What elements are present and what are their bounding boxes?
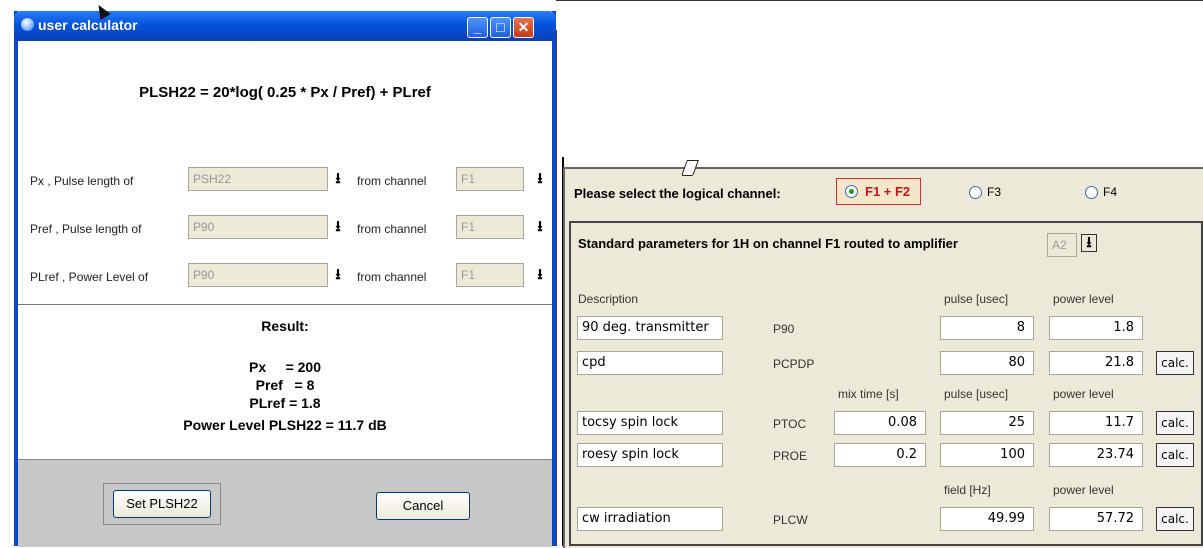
pulse-header: pulse [usec]	[944, 292, 1009, 306]
app-icon	[21, 18, 34, 31]
mix-time-field[interactable]: 0.2	[834, 443, 926, 467]
from-channel-label: from channel	[357, 174, 427, 188]
minimize-button[interactable]: _	[467, 17, 488, 38]
mix-time-field[interactable]: 0.08	[834, 411, 926, 435]
radio-f3[interactable]	[969, 186, 982, 199]
power-field[interactable]: 21.8	[1049, 351, 1143, 375]
desc-field[interactable]: 90 deg. transmitter	[577, 316, 723, 340]
power-field[interactable]: 1.8	[1049, 316, 1143, 340]
result-px: Px = 200	[249, 359, 321, 375]
calc-button[interactable]: calc.	[1156, 443, 1194, 467]
download-arrow-icon[interactable]	[331, 170, 345, 188]
power-field[interactable]: 57.72	[1049, 507, 1143, 531]
amplifier-field[interactable]: A2	[1047, 233, 1077, 257]
px-pulse-field[interactable]: PSH22	[188, 167, 328, 191]
desc-field[interactable]: cpd	[577, 351, 723, 375]
pulse-field[interactable]: 100	[940, 443, 1034, 467]
button-bar	[18, 459, 552, 547]
power-level-header: power level	[1053, 483, 1114, 497]
px-channel-field[interactable]: F1	[456, 167, 524, 191]
calc-button[interactable]: calc.	[1156, 351, 1194, 375]
plref-label: PLref , Power Level of	[30, 270, 149, 284]
field-hz-field[interactable]: 49.99	[940, 507, 1034, 531]
pref-pulse-field[interactable]: P90	[188, 215, 328, 239]
dialog-title: user calculator	[38, 17, 138, 33]
window-edge-line	[556, 30, 557, 546]
radio-f1f2[interactable]	[845, 185, 858, 198]
top-border-line	[556, 0, 1203, 1]
radio-f4-label[interactable]: F4	[1103, 185, 1117, 199]
calc-button[interactable]: calc.	[1156, 507, 1194, 531]
result-title: Result:	[261, 318, 309, 334]
pref-label: Pref , Pulse length of	[30, 222, 142, 236]
download-arrow-icon[interactable]	[1081, 234, 1097, 252]
download-arrow-icon[interactable]	[331, 218, 345, 236]
px-label: Px , Pulse length of	[30, 174, 134, 188]
power-field[interactable]: 11.7	[1049, 411, 1143, 435]
param-name: P90	[773, 322, 795, 336]
power-field[interactable]: 23.74	[1049, 443, 1143, 467]
radio-f1f2-label[interactable]: F1 + F2	[865, 184, 910, 199]
result-power-level: Power Level PLSH22 = 11.7 dB	[183, 417, 387, 433]
standard-parameters-title: Standard parameters for 1H on channel F1…	[578, 236, 958, 251]
mix-time-header: mix time [s]	[838, 387, 899, 401]
cancel-button[interactable]: Cancel	[376, 492, 470, 520]
download-arrow-icon[interactable]	[533, 218, 547, 236]
param-name: PROE	[773, 449, 808, 463]
param-name: PLCW	[773, 513, 808, 527]
param-name: PTOC	[773, 417, 807, 431]
field-header: field [Hz]	[944, 483, 991, 497]
pulse-field[interactable]: 80	[940, 351, 1034, 375]
result-plref: PLref = 1.8	[249, 395, 321, 411]
plref-power-field[interactable]: P90	[188, 263, 328, 287]
desc-field[interactable]: roesy spin lock	[577, 443, 723, 467]
download-arrow-icon[interactable]	[533, 266, 547, 284]
desc-field[interactable]: tocsy spin lock	[577, 411, 723, 435]
standard-parameters-box	[569, 221, 1203, 546]
power-level-header: power level	[1053, 292, 1114, 306]
plref-channel-field[interactable]: F1	[456, 263, 524, 287]
pref-channel-field[interactable]: F1	[456, 215, 524, 239]
from-channel-label: from channel	[357, 222, 427, 236]
desc-field[interactable]: cw irradiation	[577, 507, 723, 531]
pulse-field[interactable]: 8	[940, 316, 1034, 340]
channel-select-label: Please select the logical channel:	[574, 186, 781, 201]
calc-button[interactable]: calc.	[1156, 411, 1194, 435]
set-plsh22-button[interactable]: Set PLSH22	[113, 490, 211, 518]
close-button[interactable]: ✕	[513, 17, 534, 38]
param-name: PCPDP	[773, 357, 815, 371]
pulse-header: pulse [usec]	[944, 387, 1009, 401]
formula-text: PLSH22 = 20*log( 0.25 * Px / Pref) + PLr…	[139, 84, 431, 101]
result-pref: Pref = 8	[255, 377, 315, 393]
download-arrow-icon[interactable]	[533, 170, 547, 188]
radio-f4[interactable]	[1085, 186, 1098, 199]
download-arrow-icon[interactable]	[331, 266, 345, 284]
power-level-header: power level	[1053, 387, 1114, 401]
radio-f3-label[interactable]: F3	[987, 185, 1001, 199]
pulse-field[interactable]: 25	[940, 411, 1034, 435]
maximize-button[interactable]: □	[490, 17, 511, 38]
from-channel-label: from channel	[357, 270, 427, 284]
description-header: Description	[578, 292, 639, 306]
